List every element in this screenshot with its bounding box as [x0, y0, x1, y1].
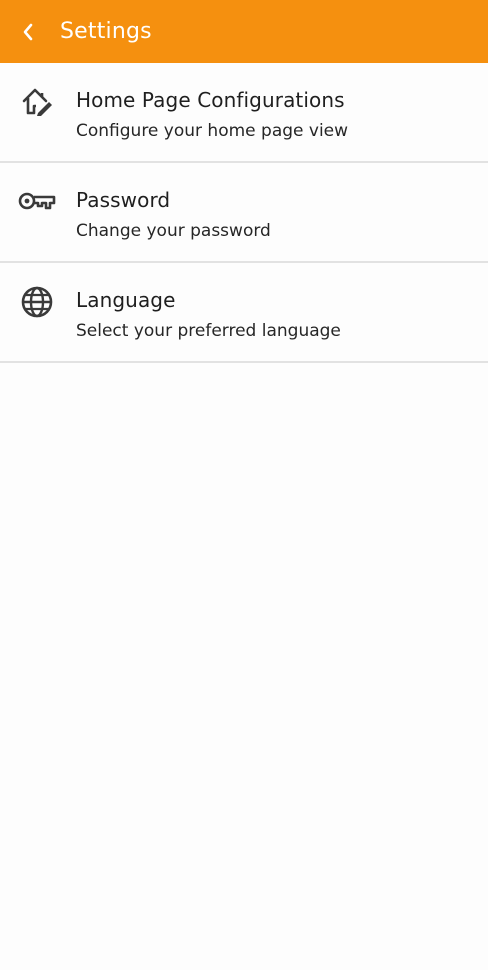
settings-item-title: Password [76, 188, 171, 212]
settings-list: Home Page Configurations Configure your … [0, 63, 488, 363]
key-icon [0, 163, 76, 219]
settings-item-title: Language [76, 288, 176, 312]
settings-item-subtitle: Select your preferred language [76, 321, 341, 341]
home-edit-icon [0, 63, 76, 119]
settings-item-text: Home Page Configurations Configure your … [76, 63, 348, 142]
settings-screen: Settings Home Page Configurations Config… [0, 0, 488, 970]
globe-icon [0, 263, 76, 319]
settings-item-subtitle: Change your password [76, 221, 271, 241]
settings-item-home-page-configurations[interactable]: Home Page Configurations Configure your … [0, 63, 488, 163]
settings-item-title: Home Page Configurations [76, 88, 345, 112]
settings-item-text: Language Select your preferred language [76, 263, 341, 342]
settings-item-text: Password Change your password [76, 163, 271, 242]
back-button[interactable] [0, 0, 56, 63]
app-bar: Settings [0, 0, 488, 63]
settings-item-language[interactable]: Language Select your preferred language [0, 263, 488, 363]
settings-item-password[interactable]: Password Change your password [0, 163, 488, 263]
settings-item-subtitle: Configure your home page view [76, 121, 349, 141]
page-title: Settings [60, 19, 152, 44]
chevron-left-icon [21, 22, 35, 42]
